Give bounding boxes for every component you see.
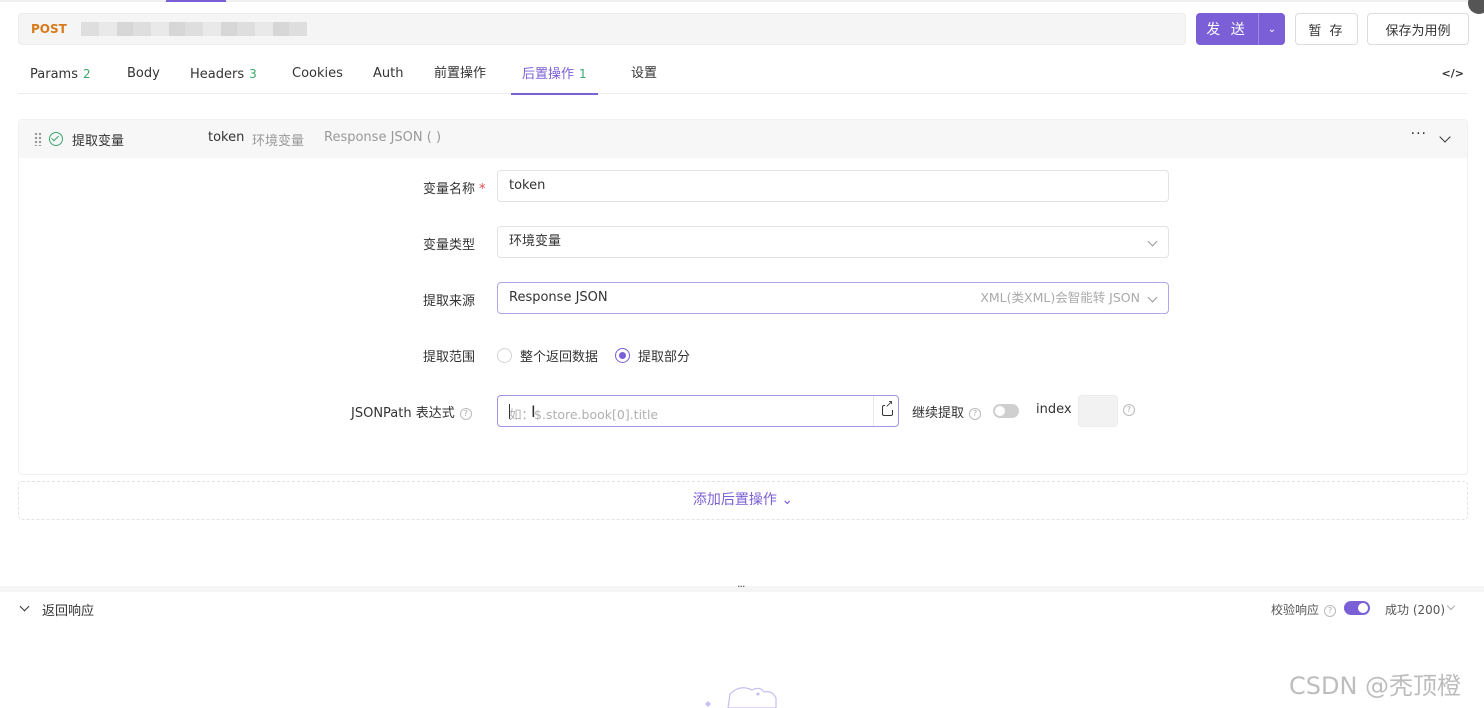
add-post-operation-button[interactable]: 添加后置操作 ⌄ (18, 481, 1468, 520)
more-options-icon[interactable]: ··· (1411, 126, 1427, 142)
chevron-down-icon: ⌄ (776, 492, 794, 508)
jsonpath-input[interactable]: 如：$.store.book[0].title I (497, 395, 899, 427)
summary-variable: token (208, 130, 245, 145)
response-title[interactable]: 返回响应 (42, 600, 94, 619)
code-view-icon[interactable]: </> (1442, 67, 1464, 80)
url-bar[interactable]: POST (18, 13, 1186, 45)
scope-label: 提取范围 (423, 350, 476, 365)
required-mark: * (479, 182, 486, 197)
var-type-label: 变量类型 (423, 238, 476, 253)
check-circle-icon[interactable] (49, 132, 63, 146)
chevron-down-icon[interactable] (1446, 601, 1456, 611)
chevron-down-icon (1147, 236, 1158, 247)
help-icon[interactable]: ? (459, 407, 472, 420)
response-collapse-chevron-icon[interactable] (19, 601, 30, 612)
empty-state-illustration (705, 687, 777, 708)
open-external-icon[interactable] (873, 396, 899, 426)
save-button[interactable]: 暂 存 (1295, 13, 1358, 45)
scope-option-all[interactable]: 整个返回数据 (520, 346, 598, 365)
help-icon[interactable]: ? (969, 407, 982, 420)
verify-response-label: 校验响应? (1271, 601, 1337, 618)
scope-option-partial[interactable]: 提取部分 (638, 346, 690, 365)
http-method[interactable]: POST (31, 22, 67, 36)
tab-pre-operations[interactable]: 前置操作 (434, 55, 486, 94)
tab-auth[interactable]: Auth (373, 55, 403, 94)
chevron-down-icon (1147, 292, 1158, 303)
send-button[interactable]: 发 送 (1196, 13, 1258, 45)
tab-post-operations[interactable]: 后置操作 1 (511, 55, 598, 95)
continue-extract-toggle[interactable] (993, 404, 1019, 418)
post-operation-panel: 提取变量 token 环境变量 Response JSON ( ) ··· 变量… (18, 119, 1468, 475)
index-input[interactable] (1078, 395, 1118, 427)
send-dropdown-chevron-icon[interactable]: ⌄ (1258, 13, 1285, 45)
collapse-chevron-icon[interactable] (1439, 131, 1451, 143)
watermark-text: CSDN @秃顶橙 (1289, 672, 1462, 700)
drag-handle-icon[interactable] (34, 132, 42, 146)
text-caret (509, 404, 510, 419)
var-name-label: 变量名称 * (423, 182, 486, 197)
send-button-group: 发 送 ⌄ (1196, 13, 1285, 45)
summary-type: 环境变量 (252, 134, 305, 149)
corner-badge[interactable] (1468, 0, 1484, 14)
scope-radio-partial[interactable] (615, 348, 631, 363)
index-label: index (1036, 402, 1072, 417)
tab-cookies[interactable]: Cookies (292, 55, 343, 94)
tab-params[interactable]: Params 2 (30, 55, 91, 94)
tab-count: 3 (249, 67, 257, 81)
var-type-select[interactable]: 环境变量 (497, 226, 1169, 258)
jsonpath-label: JSONPath 表达式? (351, 402, 472, 421)
continue-extract-label: 继续提取? (912, 402, 982, 421)
post-operation-title: 提取变量 (72, 134, 125, 149)
top-tab-strip (0, 0, 1484, 2)
summary-source: Response JSON ( ) (324, 130, 442, 145)
tab-body[interactable]: Body (127, 55, 160, 94)
var-name-input[interactable]: token (497, 170, 1169, 202)
help-icon[interactable]: ? (1123, 404, 1135, 416)
top-tab-indicator (166, 0, 226, 2)
splitter-handle-icon[interactable]: ··· (737, 580, 745, 593)
response-status-select[interactable]: 成功 (200) (1385, 601, 1445, 618)
tab-settings[interactable]: 设置 (631, 55, 657, 94)
source-select[interactable]: Response JSON XML(类XML)会智能转 JSON (497, 282, 1169, 314)
post-operation-header[interactable]: 提取变量 token 环境变量 Response JSON ( ) ··· (19, 120, 1467, 158)
scope-radio-group: 整个返回数据 提取部分 (497, 346, 707, 365)
text-cursor-icon: I (531, 402, 536, 421)
tab-count: 1 (579, 67, 587, 81)
source-label: 提取来源 (423, 294, 476, 309)
save-as-case-button[interactable]: 保存为用例 (1367, 13, 1469, 45)
help-icon[interactable]: ? (1324, 604, 1337, 617)
source-hint: XML(类XML)会智能转 JSON (980, 290, 1140, 305)
scope-radio-all[interactable] (497, 348, 512, 363)
tab-count: 2 (82, 67, 91, 81)
url-input-redacted[interactable] (80, 22, 307, 36)
verify-response-toggle[interactable] (1344, 601, 1370, 615)
request-tabs: Params 2 Body Headers 3 Cookies Auth 前置操作 … (18, 55, 1468, 95)
tab-headers[interactable]: Headers 3 (190, 55, 257, 94)
